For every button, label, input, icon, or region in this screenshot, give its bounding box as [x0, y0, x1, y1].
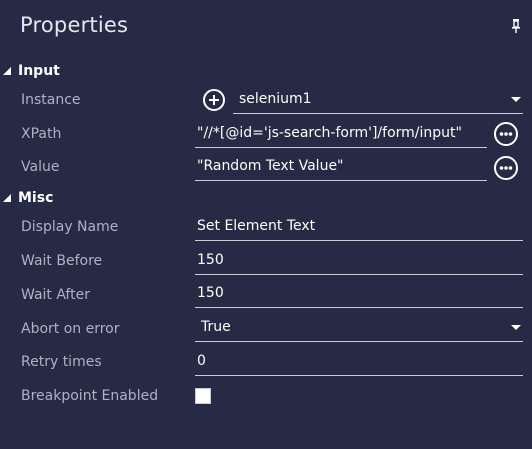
instance-select[interactable]: selenium1 — [233, 86, 523, 114]
retry-times-value: 0 — [197, 353, 206, 369]
triangle-collapse-icon[interactable] — [2, 193, 12, 203]
wait-before-label: Wait Before — [21, 253, 103, 269]
breakpoint-enabled-checkbox[interactable] — [195, 388, 211, 404]
value-field[interactable]: "Random Text Value" — [195, 153, 487, 181]
section-label: Misc — [18, 190, 54, 206]
xpath-value: "//*[@id='js-search-form']/form/input" — [197, 125, 462, 141]
pin-icon[interactable] — [510, 18, 522, 34]
panel-title: Properties — [20, 13, 129, 37]
section-misc[interactable]: Misc — [0, 186, 532, 210]
retry-times-label: Retry times — [21, 354, 102, 370]
wait-after-label: Wait After — [21, 287, 90, 303]
wait-before-field[interactable]: 150 — [195, 247, 523, 275]
xpath-field[interactable]: "//*[@id='js-search-form']/form/input" — [195, 120, 487, 148]
triangle-collapse-icon[interactable] — [2, 66, 12, 76]
xpath-label: XPath — [21, 126, 62, 142]
instance-label: Instance — [21, 92, 81, 108]
display-name-field[interactable]: Set Element Text — [195, 213, 523, 241]
instance-value: selenium1 — [239, 91, 312, 107]
properties-panel: Properties Input Instance selenium1 XPat… — [0, 0, 532, 449]
chevron-down-icon[interactable] — [511, 325, 521, 330]
section-input[interactable]: Input — [0, 59, 532, 83]
abort-on-error-label: Abort on error — [21, 321, 120, 337]
ellipsis-circle-icon[interactable] — [494, 122, 518, 146]
wait-after-field[interactable]: 150 — [195, 280, 523, 308]
chevron-down-icon[interactable] — [511, 97, 521, 102]
display-name-value: Set Element Text — [197, 218, 316, 234]
abort-on-error-select[interactable]: True — [195, 314, 523, 342]
ellipsis-circle-icon[interactable] — [494, 156, 518, 180]
value-value: "Random Text Value" — [197, 158, 344, 174]
wait-after-value: 150 — [197, 285, 224, 301]
section-label: Input — [18, 63, 60, 79]
wait-before-value: 150 — [197, 252, 224, 268]
display-name-label: Display Name — [21, 219, 119, 235]
retry-times-field[interactable]: 0 — [195, 348, 523, 376]
abort-on-error-value: True — [201, 319, 231, 335]
plus-circle-icon[interactable] — [203, 89, 225, 111]
value-label: Value — [21, 159, 60, 175]
breakpoint-enabled-label: Breakpoint Enabled — [21, 388, 159, 404]
